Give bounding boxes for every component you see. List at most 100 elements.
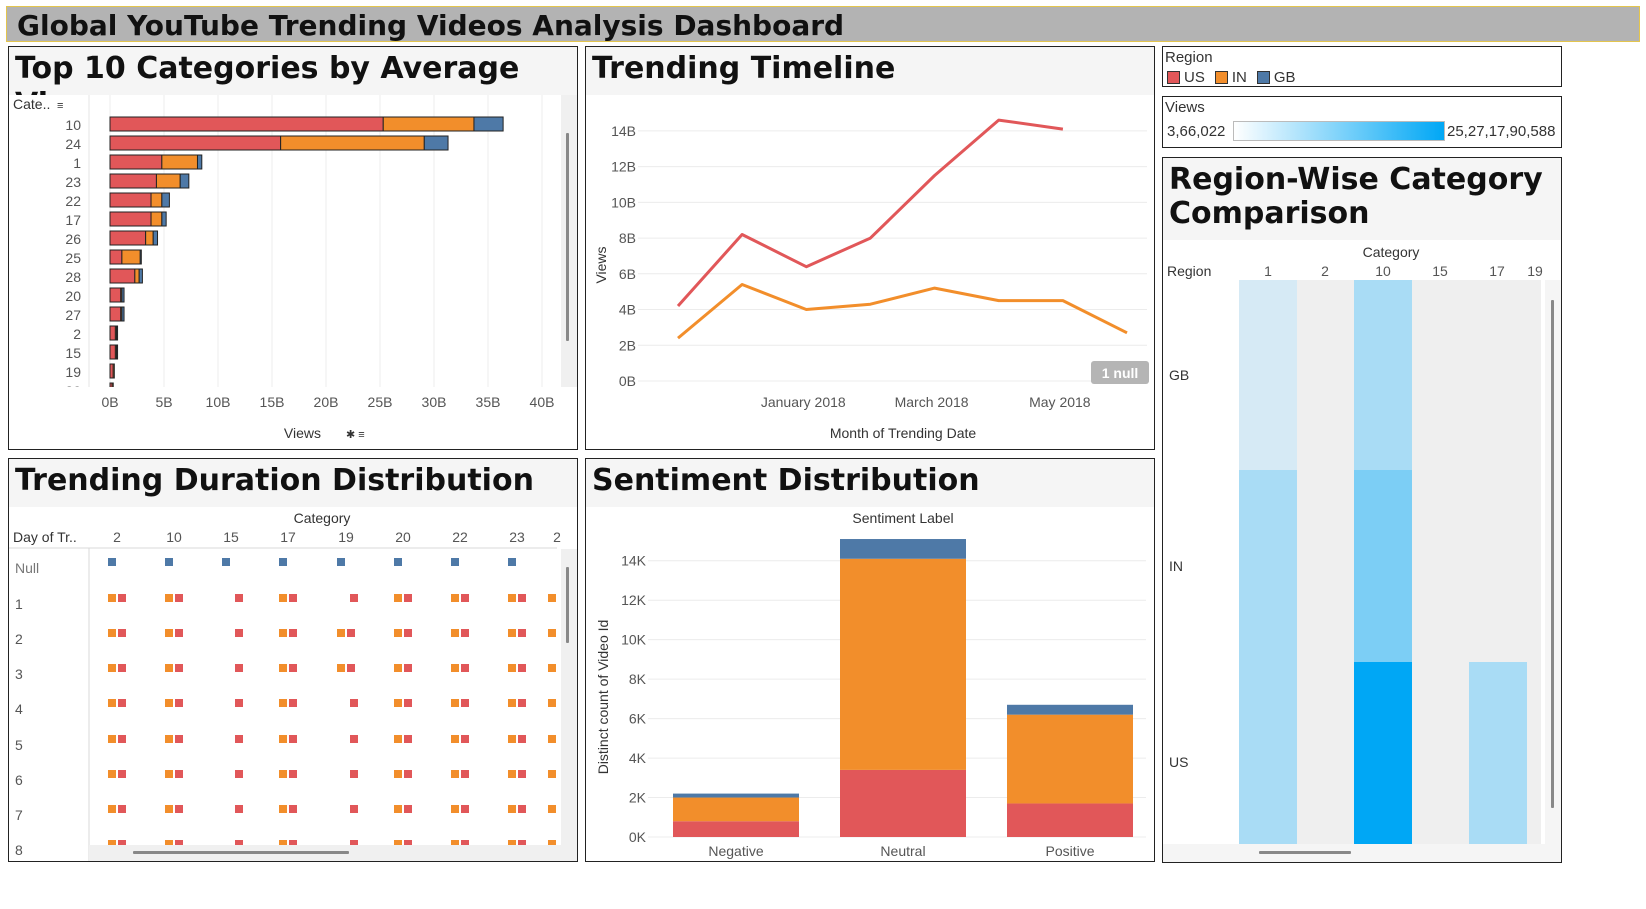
bar-segment-in[interactable]	[112, 363, 115, 379]
bar-segment-gb[interactable]	[473, 116, 504, 132]
bar-segment-us[interactable]	[109, 306, 122, 322]
bar-segment-in[interactable]	[150, 192, 163, 208]
bar-segment-in[interactable]	[161, 154, 198, 170]
region-legend-item-in[interactable]: IN	[1214, 69, 1247, 86]
duration-mark-us[interactable]	[461, 664, 469, 672]
duration-mark-in[interactable]	[108, 699, 116, 707]
duration-mark-gb[interactable]	[451, 558, 459, 566]
sentiment-bar-gb[interactable]	[840, 539, 966, 559]
heatmap-cell[interactable]	[1354, 470, 1412, 662]
duration-mark-in[interactable]	[337, 664, 345, 672]
duration-mark-in[interactable]	[394, 770, 402, 778]
duration-mark-us[interactable]	[347, 629, 355, 637]
vertical-scrollbar-thumb[interactable]	[566, 567, 569, 643]
duration-mark-us[interactable]	[461, 805, 469, 813]
duration-mark-us[interactable]	[518, 594, 526, 602]
bar-segment-gb[interactable]	[121, 306, 125, 322]
duration-mark-us[interactable]	[350, 594, 358, 602]
duration-mark-gb[interactable]	[165, 558, 173, 566]
duration-mark-in[interactable]	[337, 629, 345, 637]
sentiment-stacked-bar-chart[interactable]: Sentiment Label 0K 2K 4K 6K 8K 10K 12K 14K Distin…	[586, 507, 1154, 861]
duration-mark-in[interactable]	[279, 629, 287, 637]
duration-mark-gb[interactable]	[394, 558, 402, 566]
duration-mark-in[interactable]	[451, 735, 459, 743]
duration-mark-us[interactable]	[518, 699, 526, 707]
duration-mark-us[interactable]	[461, 629, 469, 637]
series-line-us[interactable]	[676, 118, 1064, 308]
sentiment-bar-in[interactable]	[840, 558, 966, 770]
bar-segment-us[interactable]	[109, 230, 147, 246]
top10-bar-chart[interactable]: Cate.. ≡ 0B 5B 10B 15B 20B 25B 30B 35B 40B 10 24 1 23 2…	[9, 95, 577, 449]
duration-mark-in[interactable]	[108, 664, 116, 672]
duration-mark-in[interactable]	[279, 805, 287, 813]
duration-mark-us[interactable]	[235, 594, 243, 602]
bar-segment-in[interactable]	[280, 135, 425, 151]
sentiment-bar-us[interactable]	[673, 821, 799, 837]
bar-segment-in[interactable]	[121, 249, 141, 265]
heatmap-cell[interactable]	[1354, 662, 1412, 862]
duration-mark-us[interactable]	[289, 699, 297, 707]
panel-top10-categories[interactable]: Top 10 Categories by Average Views Cate.…	[8, 46, 578, 450]
views-legend[interactable]: Views 3,66,022 25,27,17,90,588	[1162, 96, 1562, 148]
duration-mark-in[interactable]	[165, 629, 173, 637]
duration-mark-in[interactable]	[165, 735, 173, 743]
bar-segment-gb[interactable]	[161, 192, 170, 208]
duration-mark-us[interactable]	[289, 664, 297, 672]
bar-segment-us[interactable]	[109, 325, 116, 341]
duration-mark-gb[interactable]	[337, 558, 345, 566]
duration-mark-in[interactable]	[451, 770, 459, 778]
duration-mark-us[interactable]	[518, 805, 526, 813]
duration-mark-us[interactable]	[404, 664, 412, 672]
duration-mark-us[interactable]	[118, 629, 126, 637]
bar-segment-us[interactable]	[109, 154, 163, 170]
panel-region-heatmap[interactable]: Region-Wise Category Comparison Category…	[1162, 157, 1562, 863]
duration-mark-us[interactable]	[404, 594, 412, 602]
duration-mark-us[interactable]	[404, 629, 412, 637]
duration-mark-in[interactable]	[508, 699, 516, 707]
region-legend-item-gb[interactable]: GB	[1256, 69, 1296, 86]
duration-mark-in[interactable]	[548, 770, 556, 778]
duration-mark-us[interactable]	[350, 770, 358, 778]
duration-mark-in[interactable]	[548, 594, 556, 602]
duration-mark-gb[interactable]	[222, 558, 230, 566]
duration-mark-us[interactable]	[289, 629, 297, 637]
duration-mark-us[interactable]	[289, 735, 297, 743]
duration-mark-us[interactable]	[118, 735, 126, 743]
duration-mark-us[interactable]	[175, 735, 183, 743]
duration-mark-in[interactable]	[165, 699, 173, 707]
duration-mark-in[interactable]	[394, 664, 402, 672]
bar-segment-us[interactable]	[109, 344, 116, 360]
bar-segment-gb[interactable]	[423, 135, 449, 151]
horizontal-scrollbar-thumb[interactable]	[133, 851, 349, 854]
duration-mark-us[interactable]	[118, 594, 126, 602]
duration-mark-us[interactable]	[404, 770, 412, 778]
duration-mark-us[interactable]	[404, 699, 412, 707]
duration-mark-in[interactable]	[394, 699, 402, 707]
region-legend-item-us[interactable]: US	[1167, 69, 1205, 86]
duration-mark-us[interactable]	[235, 770, 243, 778]
bar-segment-us[interactable]	[109, 173, 157, 189]
duration-mark-in[interactable]	[548, 699, 556, 707]
duration-mark-gb[interactable]	[108, 558, 116, 566]
duration-mark-in[interactable]	[108, 594, 116, 602]
duration-mark-us[interactable]	[235, 805, 243, 813]
bar-segment-us[interactable]	[109, 249, 123, 265]
duration-mark-us[interactable]	[289, 594, 297, 602]
duration-mark-us[interactable]	[347, 664, 355, 672]
duration-mark-us[interactable]	[175, 770, 183, 778]
duration-mark-us[interactable]	[350, 699, 358, 707]
bar-segment-us[interactable]	[109, 287, 122, 303]
heatmap-cell[interactable]	[1239, 662, 1297, 862]
duration-mark-in[interactable]	[394, 735, 402, 743]
region-category-heatmap[interactable]: Category Region 1 2 10 15 17 19 GB IN US	[1163, 240, 1561, 862]
bar-segment-us[interactable]	[109, 211, 152, 227]
region-legend[interactable]: Region US IN GB	[1162, 46, 1562, 87]
horizontal-scrollbar-thumb[interactable]	[1259, 851, 1351, 854]
duration-mark-us[interactable]	[118, 699, 126, 707]
duration-mark-in[interactable]	[394, 594, 402, 602]
sentiment-bar-us[interactable]	[1007, 803, 1133, 837]
duration-mark-in[interactable]	[165, 594, 173, 602]
duration-mark-us[interactable]	[518, 735, 526, 743]
duration-mark-in[interactable]	[508, 594, 516, 602]
duration-mark-in[interactable]	[108, 629, 116, 637]
